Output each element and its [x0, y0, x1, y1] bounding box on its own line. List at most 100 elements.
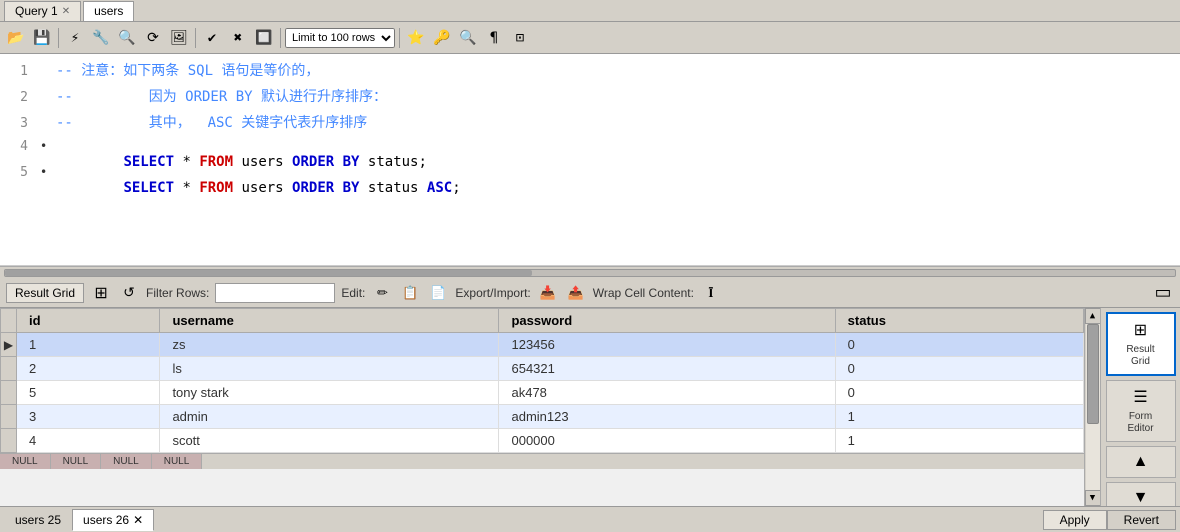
tab-users[interactable]: users: [83, 1, 134, 21]
result-toolbar: Result Grid ⊞ ↺ Filter Rows: Edit: ✏ 📋 📄…: [0, 278, 1180, 308]
bottom-tab-users26-close[interactable]: ✕: [133, 513, 143, 527]
cell-password-5[interactable]: 000000: [499, 429, 835, 453]
wrap-icon[interactable]: Ī: [700, 282, 722, 304]
line-num-5: 5: [0, 165, 40, 180]
search2-btn[interactable]: 🔍: [456, 26, 480, 50]
cell-password-4[interactable]: admin123: [499, 405, 835, 429]
table-row[interactable]: ▶ 1 zs 123456 0: [1, 333, 1084, 357]
result-grid-tab[interactable]: Result Grid: [6, 283, 84, 303]
scroll-up-panel-icon: ▲: [1133, 453, 1149, 471]
format-btn[interactable]: ¶: [482, 26, 506, 50]
save-btn[interactable]: 💾: [30, 26, 54, 50]
cell-username-2[interactable]: ls: [160, 357, 499, 381]
result-grid-panel-label: ResultGrid: [1126, 344, 1154, 368]
edit-copy-icon[interactable]: 📄: [427, 282, 449, 304]
export-icon[interactable]: 📥: [537, 282, 559, 304]
cell-username-3[interactable]: tony stark: [160, 381, 499, 405]
null-indicator-3: NULL: [101, 454, 152, 469]
apply-button[interactable]: Apply: [1043, 510, 1107, 530]
cell-password-2[interactable]: 654321: [499, 357, 835, 381]
cell-status-4[interactable]: 1: [835, 405, 1083, 429]
col-header-indicator: [1, 309, 17, 333]
execute-all-btn[interactable]: 🔧: [89, 26, 113, 50]
line-code-2: -- 因为 ORDER BY 默认进行升序排序：: [56, 86, 387, 106]
cell-id-5[interactable]: 4: [17, 429, 160, 453]
cell-username-1[interactable]: zs: [160, 333, 499, 357]
form-editor-panel-btn[interactable]: ☰ FormEditor: [1106, 380, 1176, 442]
cell-username-4[interactable]: admin: [160, 405, 499, 429]
toggle-btn[interactable]: 🖼: [167, 26, 191, 50]
cancel-btn[interactable]: ✖: [226, 26, 250, 50]
cell-id-1[interactable]: 1: [17, 333, 160, 357]
scroll-down-panel-btn[interactable]: ▼: [1106, 482, 1176, 506]
cell-password-3[interactable]: ak478: [499, 381, 835, 405]
cell-status-1[interactable]: 0: [835, 333, 1083, 357]
export-btn[interactable]: ⊡: [508, 26, 532, 50]
bottom-tab-users26[interactable]: users 26 ✕: [72, 509, 154, 531]
row-indicator-4: [1, 405, 17, 429]
scroll-down-panel-icon: ▼: [1133, 489, 1149, 506]
row-indicator-5: [1, 429, 17, 453]
editor-line-5: 5 • SELECT * FROM users ORDER BY status …: [0, 162, 1180, 188]
v-scroll-track[interactable]: [1086, 324, 1100, 490]
line-code-1: -- 注意：如下两条 SQL 语句是等价的，: [56, 60, 319, 80]
v-scroll-up-btn[interactable]: ▲: [1085, 308, 1101, 324]
h-scroll-track[interactable]: [4, 269, 1176, 277]
col-header-username[interactable]: username: [160, 309, 499, 333]
schema-btn[interactable]: 🔲: [252, 26, 276, 50]
table-row[interactable]: 2 ls 654321 0: [1, 357, 1084, 381]
cell-status-3[interactable]: 0: [835, 381, 1083, 405]
line-num-3: 3: [0, 116, 40, 131]
cell-password-1[interactable]: 123456: [499, 333, 835, 357]
panel-toggle-icon[interactable]: ▭: [1152, 282, 1174, 304]
table-row[interactable]: 4 scott 000000 1: [1, 429, 1084, 453]
cell-status-2[interactable]: 0: [835, 357, 1083, 381]
editor-line-3: 3 -- 其中， ASC 关键字代表升序排序: [0, 110, 1180, 136]
revert-button[interactable]: Revert: [1107, 510, 1176, 530]
edit-pencil-icon[interactable]: ✏: [371, 282, 393, 304]
cell-id-2[interactable]: 2: [17, 357, 160, 381]
line-code-5: SELECT * FROM users ORDER BY status ASC;: [56, 164, 461, 212]
tab-query1-close[interactable]: ✕: [62, 6, 70, 17]
bottom-tab-bar: users 25 users 26 ✕ Apply Revert: [0, 506, 1180, 532]
cell-id-3[interactable]: 5: [17, 381, 160, 405]
v-scroll-thumb[interactable]: [1087, 324, 1099, 424]
col-header-password[interactable]: password: [499, 309, 835, 333]
grid-container: id username password status ▶ 1 zs 12345…: [0, 308, 1084, 506]
bottom-tab-users25-label: users 25: [15, 513, 61, 527]
edit-table-icon[interactable]: 📋: [399, 282, 421, 304]
tab-query1[interactable]: Query 1 ✕: [4, 1, 81, 21]
col-header-id[interactable]: id: [17, 309, 160, 333]
editor-line-4: 4 • SELECT * FROM users ORDER BY status;: [0, 136, 1180, 162]
filter-input[interactable]: [215, 283, 335, 303]
bookmark-btn[interactable]: ⭐: [404, 26, 428, 50]
v-scroll-down-btn[interactable]: ▼: [1085, 490, 1101, 506]
cell-status-5[interactable]: 1: [835, 429, 1083, 453]
open-file-btn[interactable]: 📂: [4, 26, 28, 50]
v-scrollbar[interactable]: ▲ ▼: [1084, 308, 1100, 506]
right-panel: ⊞ ResultGrid ☰ FormEditor ▲ ▼: [1100, 308, 1180, 506]
h-scroll-thumb[interactable]: [5, 270, 532, 276]
find-btn[interactable]: 🔍: [115, 26, 139, 50]
editor-area[interactable]: 1 -- 注意：如下两条 SQL 语句是等价的， 2 -- 因为 ORDER B…: [0, 54, 1180, 266]
h-scrollbar[interactable]: [0, 266, 1180, 278]
result-columns-icon[interactable]: ⊞: [90, 282, 112, 304]
tab-query1-label: Query 1: [15, 4, 58, 18]
stop-btn[interactable]: ⟳: [141, 26, 165, 50]
row-indicator-1: ▶: [1, 333, 17, 357]
col-header-status[interactable]: status: [835, 309, 1083, 333]
bottom-tab-users25[interactable]: users 25: [4, 509, 72, 531]
result-grid-panel-btn[interactable]: ⊞ ResultGrid: [1106, 312, 1176, 376]
result-grid-label: Result Grid: [15, 286, 75, 300]
cell-id-4[interactable]: 3: [17, 405, 160, 429]
table-row[interactable]: 5 tony stark ak478 0: [1, 381, 1084, 405]
import-icon[interactable]: 📤: [565, 282, 587, 304]
explain-btn[interactable]: 🔑: [430, 26, 454, 50]
cell-username-5[interactable]: scott: [160, 429, 499, 453]
check-btn[interactable]: ✔: [200, 26, 224, 50]
limit-select[interactable]: Limit to 100 rowsLimit to 200 rowsLimit …: [285, 28, 395, 48]
scroll-up-panel-btn[interactable]: ▲: [1106, 446, 1176, 478]
result-refresh-icon[interactable]: ↺: [118, 282, 140, 304]
table-row[interactable]: 3 admin admin123 1: [1, 405, 1084, 429]
execute-btn[interactable]: ⚡: [63, 26, 87, 50]
